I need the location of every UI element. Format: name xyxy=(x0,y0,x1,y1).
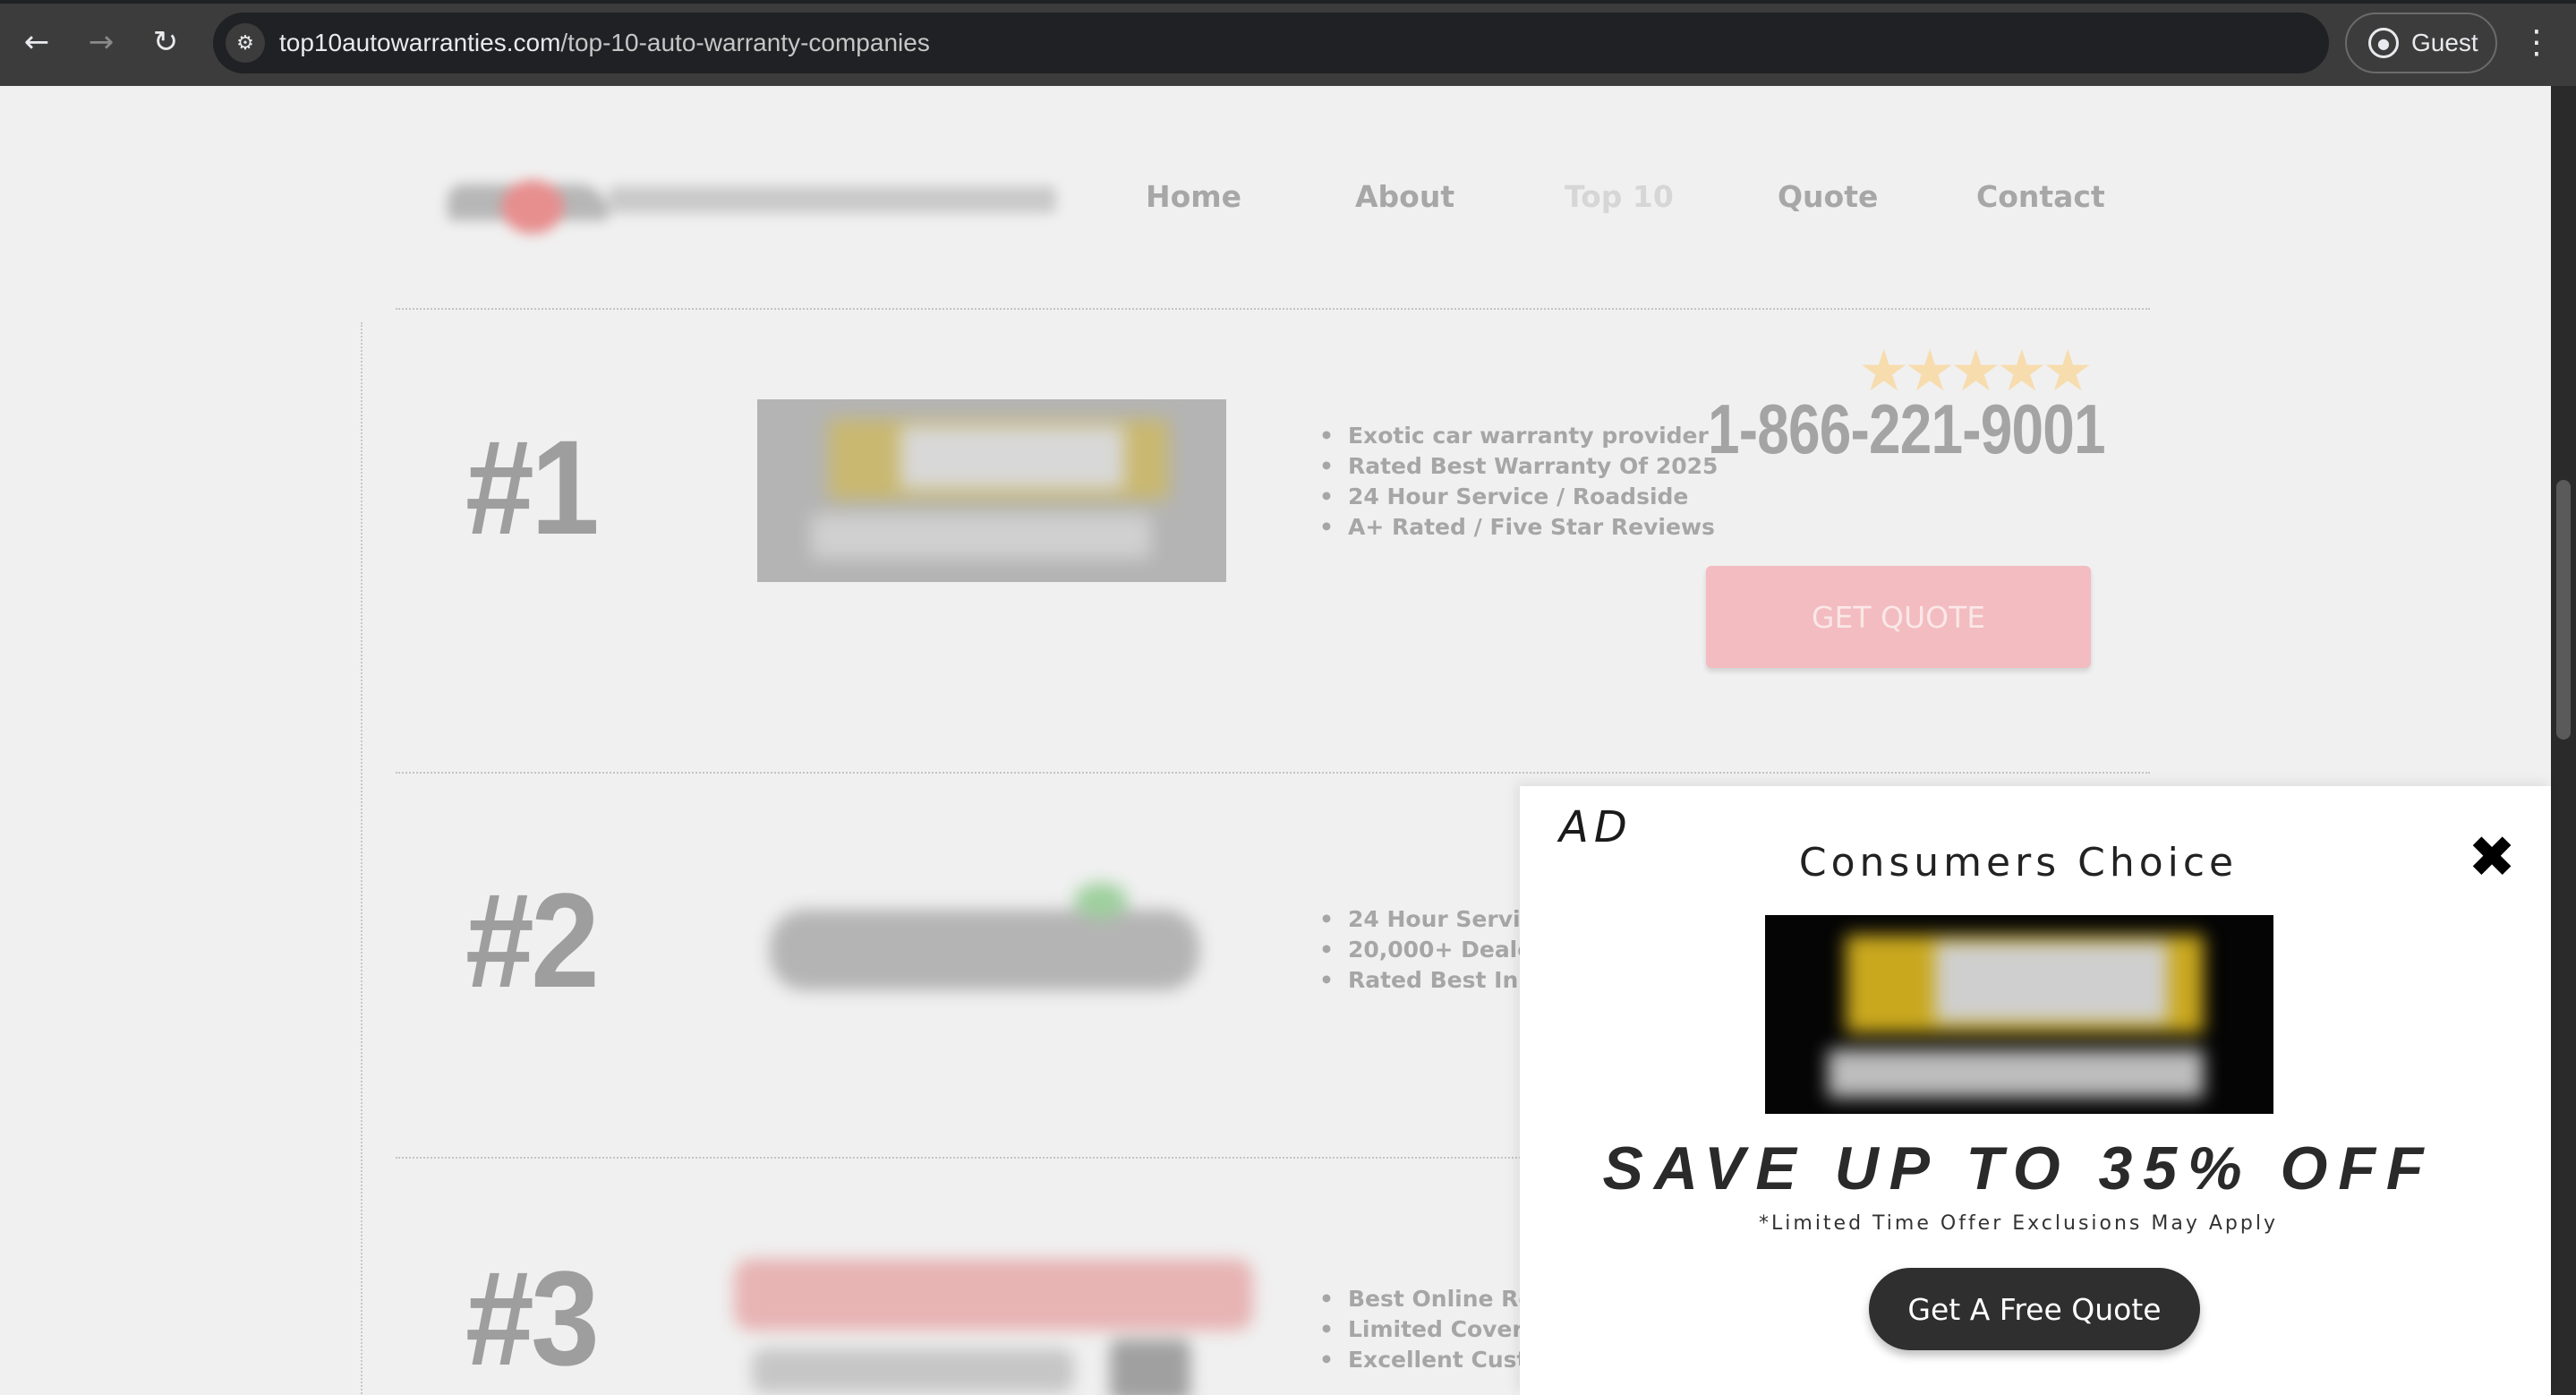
rank-2: #2 xyxy=(465,865,600,1015)
listing-1-logo[interactable] xyxy=(757,399,1226,582)
nav-contact[interactable]: Contact xyxy=(1976,179,2105,214)
scrollbar[interactable] xyxy=(2551,86,2576,1395)
site-info-icon[interactable]: ⚙ xyxy=(226,23,265,63)
phone-number[interactable]: 1-866-221-9001 xyxy=(1708,389,2106,470)
ad-headline: SAVE UP TO 35% OFF xyxy=(1602,1134,2435,1202)
back-icon[interactable]: ← xyxy=(16,21,57,63)
close-icon[interactable]: ✖ xyxy=(2465,829,2519,886)
ad-popup: AD Consumers Choice ✖ SAVE UP TO 35% OFF… xyxy=(1520,786,2551,1395)
ad-logo-subtext xyxy=(1828,1049,2204,1098)
logo-wordmark-blob xyxy=(770,910,1199,990)
ad-logo-art xyxy=(1765,915,2273,1114)
vertical-divider xyxy=(361,322,363,1395)
logo-green-dot xyxy=(1074,883,1128,919)
free-quote-button[interactable]: Get A Free Quote xyxy=(1869,1268,2200,1350)
profile-label: Guest xyxy=(2411,29,2478,56)
scrollbar-thumb[interactable] xyxy=(2556,480,2571,740)
reload-icon[interactable]: ↻ xyxy=(145,21,186,63)
tab-strip-edge xyxy=(0,0,2576,4)
feature-item: Exotic car warranty provider xyxy=(1321,421,1718,451)
listing-2-logo[interactable] xyxy=(770,883,1199,999)
logo-red-mark xyxy=(501,180,564,234)
rank-3: #3 xyxy=(465,1243,600,1393)
kebab-menu-icon[interactable]: ⋮ xyxy=(2519,21,2555,63)
feature-item: A+ Rated / Five Star Reviews xyxy=(1321,512,1718,543)
ad-fine-print: *Limited Time Offer Exclusions May Apply xyxy=(1759,1212,2278,1235)
logo-red-wordmark xyxy=(734,1259,1253,1331)
forward-icon[interactable]: → xyxy=(81,21,122,63)
logo-subtext-block xyxy=(811,514,1151,559)
get-quote-button[interactable]: GET QUOTE xyxy=(1706,566,2091,668)
listing-1-logo-art xyxy=(757,399,1226,582)
logo-tagline xyxy=(752,1348,1074,1393)
url-path: /top-10-auto-warranty-companies xyxy=(560,29,930,56)
ad-logo[interactable] xyxy=(1765,915,2273,1114)
url-text[interactable]: top10autowarranties.com/top-10-auto-warr… xyxy=(279,29,930,57)
site-logo[interactable] xyxy=(448,158,1056,265)
logo-wordmark xyxy=(609,186,1056,213)
profile-icon: ● xyxy=(2368,28,2399,58)
feature-item: Rated Best Warranty Of 2025 xyxy=(1321,451,1718,482)
url-domain: top10autowarranties.com xyxy=(279,29,561,56)
ad-title: Consumers Choice xyxy=(1798,840,2239,886)
profile-button[interactable]: ● Guest xyxy=(2345,13,2497,73)
rank-1: #1 xyxy=(465,412,600,562)
address-bar[interactable]: ⚙ top10autowarranties.com/top-10-auto-wa… xyxy=(213,13,2329,73)
nav-top-10[interactable]: Top 10 xyxy=(1565,179,1674,214)
listing-1-features: Exotic car warranty provider Rated Best … xyxy=(1321,421,1718,543)
listing-3-logo[interactable] xyxy=(734,1250,1262,1395)
logo-light-block xyxy=(900,426,1124,489)
browser-toolbar: ← → ↻ ⚙ top10autowarranties.com/top-10-a… xyxy=(0,0,2576,86)
nav-quote[interactable]: Quote xyxy=(1778,179,1878,214)
feature-item: 24 Hour Service / Roadside xyxy=(1321,482,1718,512)
divider xyxy=(396,308,2150,310)
ad-logo-silver xyxy=(1935,942,2168,1023)
nav-home[interactable]: Home xyxy=(1146,179,1241,214)
nav-about[interactable]: About xyxy=(1355,179,1454,214)
logo-check xyxy=(1110,1339,1190,1395)
divider xyxy=(396,772,2150,774)
